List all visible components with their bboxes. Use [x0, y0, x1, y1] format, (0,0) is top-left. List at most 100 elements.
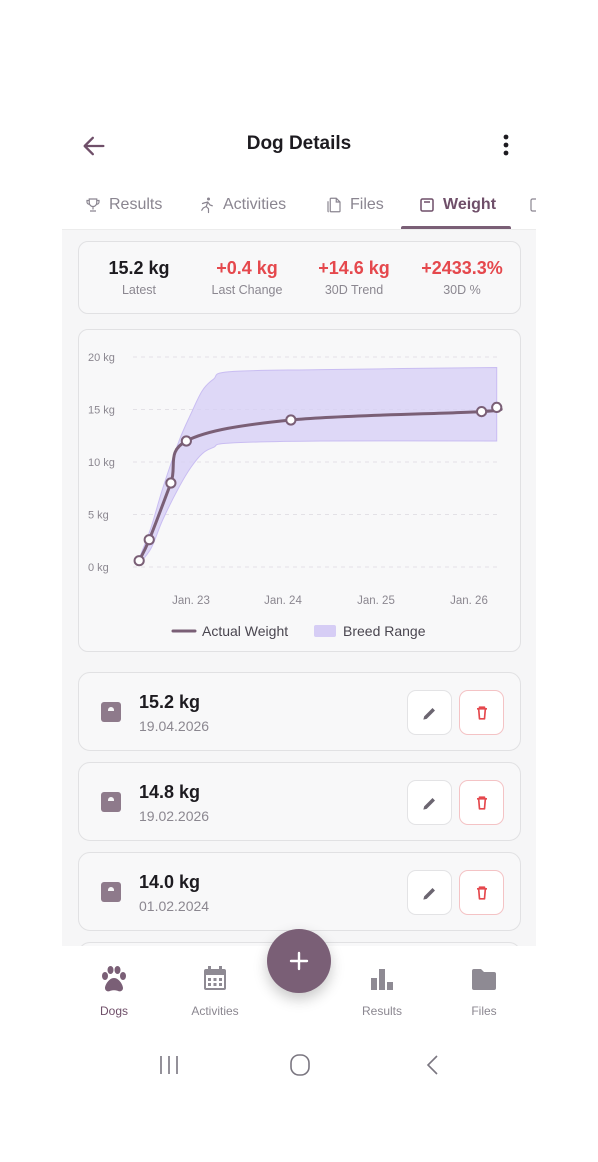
weight-point — [165, 477, 177, 489]
nav-results[interactable]: Results — [342, 964, 422, 1018]
add-weight-fab[interactable] — [267, 929, 331, 993]
pencil-icon — [423, 708, 435, 720]
y-tick-label: 5 kg — [88, 510, 109, 522]
entry-weight: 14.8 kg — [139, 782, 201, 802]
recent-apps-icon — [160, 1056, 178, 1074]
y-tick-label: 20 kg — [88, 352, 115, 364]
nav-dogs[interactable]: Dogs — [74, 964, 154, 1018]
stat-last-change: +0.4 kg Last Change — [193, 256, 301, 297]
trash-icon — [477, 706, 487, 720]
tab-label: Weight — [443, 196, 497, 213]
entry-weight: 14.0 kg — [139, 872, 201, 892]
calendar-icon — [204, 966, 226, 990]
weight-point — [133, 555, 145, 567]
weight-point — [143, 534, 155, 546]
delete-button[interactable] — [459, 780, 504, 825]
edit-button[interactable] — [407, 690, 452, 735]
stat-latest: 15.2 kg Latest — [85, 256, 193, 297]
more-options-button[interactable] — [494, 130, 518, 160]
tab-more-partial[interactable] — [528, 182, 536, 228]
entry-date: 19.04.2026 — [139, 718, 210, 734]
page-title: Dog Details — [246, 133, 352, 154]
bar-chart-icon — [371, 969, 393, 990]
stat-value: 15.2 kg — [108, 258, 170, 278]
nav-label: Dogs — [99, 1004, 128, 1018]
tab-weight[interactable]: Weight — [418, 182, 496, 228]
nav-label: Files — [471, 1004, 497, 1018]
recent-apps-button[interactable] — [154, 1052, 184, 1078]
stat-label: 30D Trend — [324, 283, 384, 297]
weight-point — [180, 435, 192, 447]
edit-button[interactable] — [407, 870, 452, 915]
nav-label: Activities — [191, 1004, 239, 1018]
plus-icon — [289, 951, 309, 971]
weight-chart: 20 kg 15 kg 10 kg 5 kg 0 kg Jan. 23 Jan. 24 Jan… — [88, 352, 503, 639]
pencil-icon — [423, 888, 435, 900]
tab-label: Activities — [223, 196, 287, 213]
entry-date: 01.02.2024 — [139, 898, 210, 914]
home-button[interactable] — [285, 1052, 315, 1078]
tab-activities[interactable]: Activities — [198, 182, 286, 228]
legend-label: Breed Range — [343, 623, 426, 639]
stat-30d-trend: +14.6 kg 30D Trend — [300, 256, 408, 297]
delete-button[interactable] — [459, 690, 504, 735]
scale-icon — [101, 882, 121, 902]
nav-activities[interactable]: Activities — [175, 964, 255, 1018]
app-header: Dog Details — [62, 120, 536, 170]
system-navigation-bar — [0, 1040, 598, 1090]
stat-value: +0.4 kg — [216, 258, 278, 278]
stat-label: Last Change — [211, 283, 283, 297]
more-vertical-icon — [503, 134, 509, 156]
pencil-icon — [423, 798, 435, 810]
edit-button[interactable] — [407, 780, 452, 825]
scale-icon — [101, 792, 121, 812]
nav-label: Results — [361, 1004, 402, 1018]
weight-entry[interactable]: 15.2 kg 19.04.2026 — [78, 672, 521, 751]
weight-entry[interactable]: 14.0 kg 01.02.2024 — [78, 852, 521, 931]
entry-weight: 15.2 kg — [139, 692, 201, 712]
x-tick-label: Jan. 25 — [357, 595, 395, 607]
active-tab-indicator — [401, 226, 511, 229]
weight-point — [475, 406, 488, 418]
stat-value: +14.6 kg — [318, 258, 390, 278]
stat-label: 30D % — [443, 283, 481, 297]
x-tick-label: Jan. 24 — [264, 595, 302, 607]
trash-icon — [477, 886, 487, 900]
scale-icon — [420, 198, 434, 212]
delete-button[interactable] — [459, 870, 504, 915]
folder-icon — [472, 969, 496, 990]
y-tick-label: 10 kg — [88, 457, 115, 469]
x-tick-label: Jan. 26 — [450, 595, 488, 607]
stat-label: Latest — [121, 283, 157, 297]
tab-label: Files — [350, 196, 384, 213]
weight-chart-card: 20 kg 15 kg 10 kg 5 kg 0 kg Jan. 23 Jan. 24 Jan… — [78, 329, 521, 652]
weight-content[interactable]: 15.2 kg Latest +0.4 kg Last Change +14.6… — [62, 230, 536, 946]
stat-value: +2433.3% — [421, 258, 503, 278]
legend-label: Actual Weight — [202, 623, 288, 639]
y-tick-label: 0 kg — [88, 562, 109, 574]
weight-point — [491, 401, 503, 414]
tab-results[interactable]: Results — [84, 182, 162, 228]
legend-band-swatch — [314, 625, 336, 637]
trophy-icon — [86, 198, 100, 212]
weight-point — [285, 414, 297, 426]
tab-bar: Results Activities Files Weight — [62, 182, 536, 230]
overflow-tab-icon — [530, 198, 536, 212]
x-tick-label: Jan. 23 — [172, 595, 210, 607]
file-icon — [327, 197, 341, 213]
trash-icon — [477, 796, 487, 810]
nav-files[interactable]: Files — [444, 964, 524, 1018]
chevron-left-icon — [426, 1055, 438, 1075]
tab-label: Results — [109, 196, 163, 213]
system-back-button[interactable] — [418, 1052, 448, 1078]
scale-icon — [101, 702, 121, 722]
breed-range-band — [138, 366, 498, 566]
paw-icon — [102, 966, 126, 992]
entry-date: 19.02.2026 — [139, 808, 210, 824]
y-tick-label: 15 kg — [88, 405, 115, 417]
weight-entry[interactable]: 14.8 kg 19.02.2026 — [78, 762, 521, 841]
home-icon — [290, 1054, 310, 1076]
stat-30d-percent: +2433.3% 30D % — [408, 256, 516, 297]
running-icon — [201, 197, 213, 214]
tab-files[interactable]: Files — [325, 182, 384, 228]
